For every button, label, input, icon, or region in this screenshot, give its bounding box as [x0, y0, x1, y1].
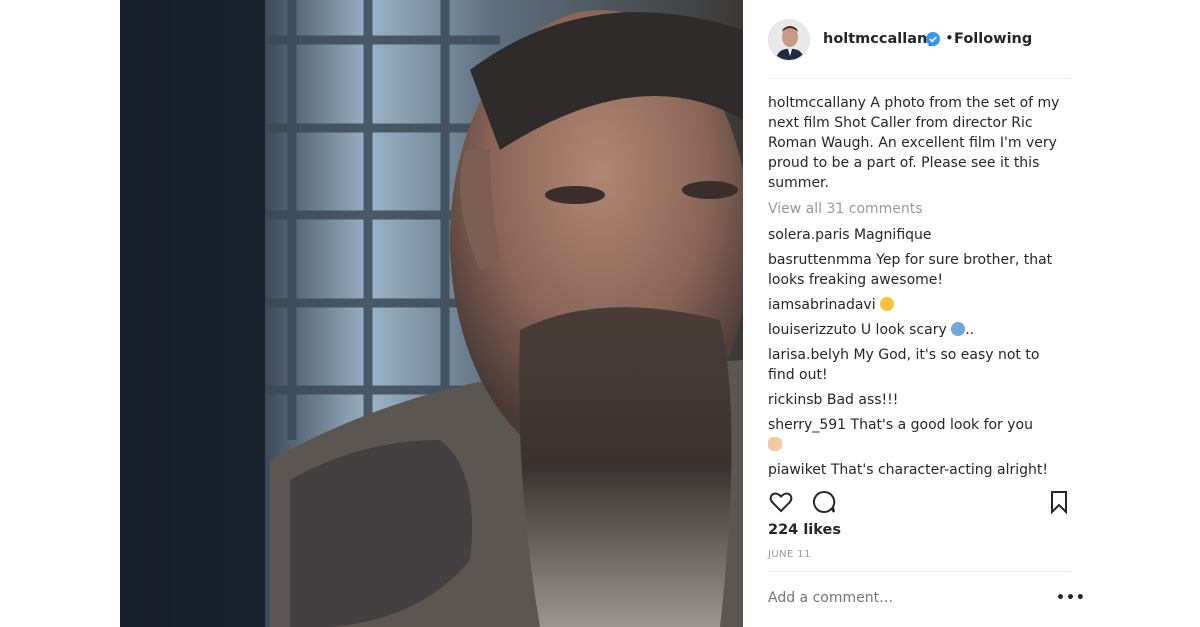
- comment-item: iamsabrinadavi: [768, 295, 1068, 315]
- comment-item: rickinsb Bad ass!!!: [768, 390, 1068, 410]
- post-photo-image: [120, 0, 743, 627]
- comment-text: U look scary: [860, 322, 947, 338]
- comment-suffix: ..: [965, 322, 975, 338]
- header-separator: •: [945, 29, 954, 47]
- view-all-comments-link[interactable]: View all 31 comments: [768, 199, 1068, 219]
- comment-text: That's a good look for you: [850, 417, 1033, 433]
- comment-item: larisa.belyh My God, it's so easy not to…: [768, 345, 1068, 385]
- comment-username[interactable]: solera.paris: [768, 227, 850, 243]
- post-side-panel: holtmccallany • Following holtmccallany …: [743, 0, 1085, 627]
- comment-bubble-icon: [813, 490, 836, 513]
- post-actions: [768, 489, 1071, 515]
- screaming-face-emoji-icon: [951, 322, 966, 336]
- post-photo[interactable]: [120, 0, 743, 627]
- divider: [768, 571, 1071, 572]
- comment-username[interactable]: piawiket: [768, 462, 826, 478]
- bookmark-icon: [1051, 491, 1067, 515]
- ok-hand-emoji-icon: [768, 437, 782, 451]
- save-button[interactable]: [1046, 489, 1072, 515]
- comment-item: solera.paris Magnifique: [768, 225, 1068, 245]
- unamused-face-emoji-icon: [880, 297, 895, 311]
- avatar-image: [769, 20, 809, 60]
- comment-text: That's character-acting alright!: [830, 462, 1048, 478]
- comment-username[interactable]: louiserizzuto: [768, 322, 856, 338]
- post-date: JUNE 11: [768, 549, 811, 560]
- comment-username[interactable]: iamsabrinadavi: [768, 297, 876, 313]
- comment-username[interactable]: rickinsb: [768, 392, 822, 408]
- post-username[interactable]: holtmccallany: [823, 31, 937, 47]
- comment-item: piawiket That's character-acting alright…: [768, 460, 1068, 480]
- comment-button[interactable]: [811, 489, 837, 515]
- comment-username[interactable]: larisa.belyh: [768, 347, 849, 363]
- comment-username[interactable]: sherry_591: [768, 417, 846, 433]
- avatar[interactable]: [768, 19, 810, 61]
- add-comment-input[interactable]: [768, 590, 1028, 606]
- post-header: holtmccallany • Following: [768, 17, 1071, 79]
- caption-username[interactable]: holtmccallany: [768, 95, 866, 111]
- comment-item: louiserizzuto U look scary ..: [768, 320, 1068, 340]
- post-caption: holtmccallany A photo from the set of my…: [768, 93, 1068, 193]
- likes-count[interactable]: 224 likes: [768, 522, 841, 538]
- heart-icon: [769, 492, 793, 513]
- comments-list: holtmccallany A photo from the set of my…: [768, 93, 1068, 485]
- comment-item: basruttenmma Yep for sure brother, that …: [768, 250, 1068, 290]
- comment-text: Magnifique: [854, 227, 932, 243]
- follow-button[interactable]: Following: [954, 31, 1032, 47]
- more-options-button[interactable]: •••: [1056, 590, 1086, 606]
- like-button[interactable]: [768, 489, 794, 515]
- verified-badge-icon: [926, 32, 940, 46]
- comment-text: Bad ass!!!: [826, 392, 899, 408]
- comment-username[interactable]: basruttenmma: [768, 252, 872, 268]
- comment-item: sherry_591 That's a good look for you: [768, 415, 1068, 455]
